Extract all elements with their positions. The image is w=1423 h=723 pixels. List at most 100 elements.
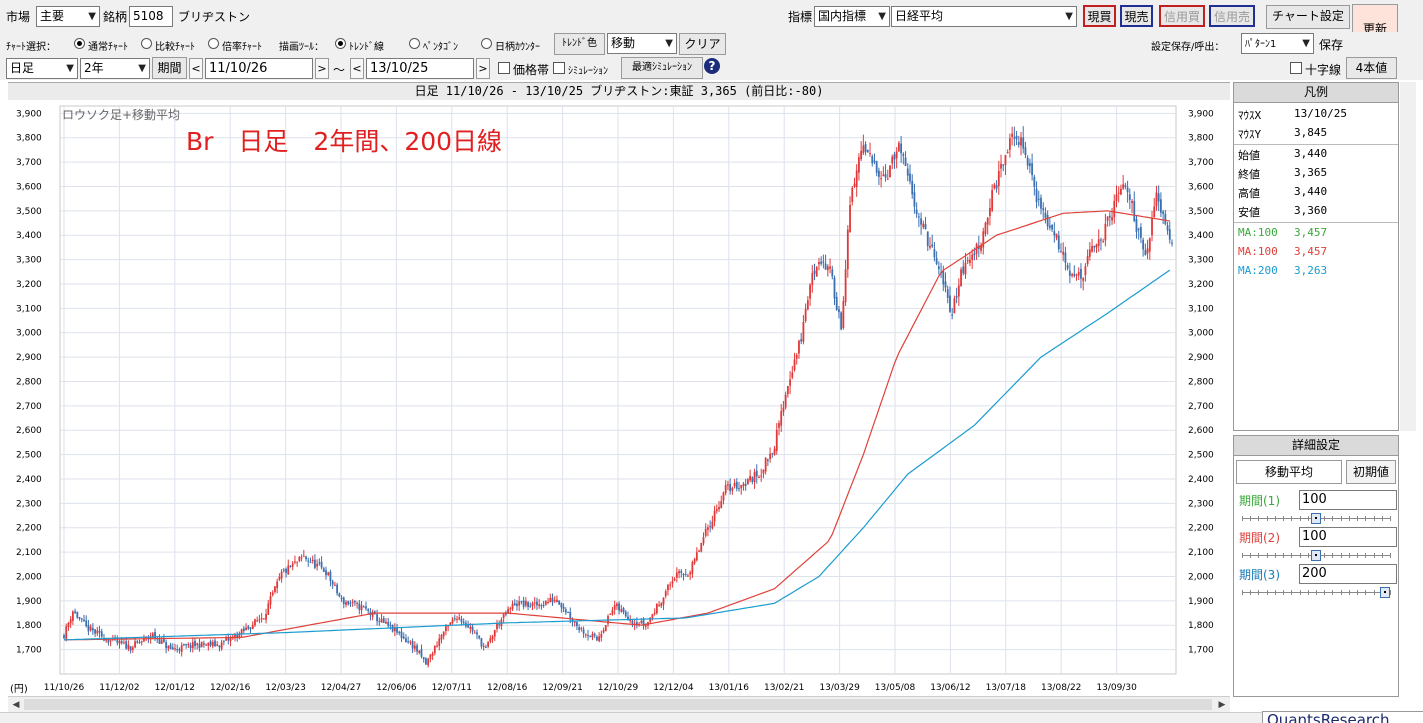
candle-body [711, 521, 714, 529]
slider-knob[interactable] [1380, 587, 1390, 598]
candlestick-chart[interactable]: 1,700 1,800 1,900 2,000 2,100 2,200 2,300 2,400… [8, 100, 1230, 696]
date-to-input[interactable]: 13/10/25 [366, 58, 474, 79]
candle-body [529, 605, 532, 607]
period2-slider[interactable] [1242, 550, 1391, 561]
candle-body [906, 168, 909, 176]
date-from-prev-button[interactable]: < [189, 58, 203, 79]
slider-tick [1258, 516, 1259, 521]
date-from-input[interactable]: 11/10/26 [205, 58, 313, 79]
candle-body [873, 160, 876, 163]
move-select[interactable]: 移動 ▼ [607, 33, 677, 54]
slider-tick [1349, 590, 1350, 595]
crosshair-label: 十字線 [1305, 63, 1342, 77]
date-from-next-button[interactable]: > [315, 58, 329, 79]
simulation-checkbox[interactable] [553, 62, 565, 74]
cash-buy-button[interactable]: 現買 [1083, 5, 1116, 27]
candle-body [937, 266, 940, 270]
x-tick-label: 12/09/21 [542, 683, 582, 693]
trend-color-button[interactable]: ﾄﾚﾝﾄﾞ色 [554, 33, 605, 55]
radio-day-counter[interactable] [481, 38, 492, 49]
slider-tick [1291, 590, 1292, 595]
indicator-category-select[interactable]: 国内指標 ▼ [814, 6, 890, 27]
candle-body [531, 603, 534, 607]
slider-knob[interactable] [1311, 550, 1321, 561]
candle-body [289, 565, 292, 567]
candle-body [96, 630, 99, 634]
candle-body [413, 645, 416, 649]
candle-body [1022, 137, 1025, 149]
x-tick-label: 12/08/16 [487, 683, 528, 693]
date-to-next-button[interactable]: > [476, 58, 490, 79]
period-button[interactable]: 期間 [152, 57, 187, 79]
cash-sell-button[interactable]: 現売 [1120, 5, 1153, 27]
radio-compare-chart[interactable] [141, 38, 152, 49]
radio-normal-chart[interactable] [74, 38, 85, 49]
initial-values-button[interactable]: 初期値 [1346, 460, 1396, 484]
detail-title: 詳細設定 [1234, 436, 1398, 456]
optimal-simulation-button[interactable]: 最適ｼﾐｭﾚｰｼｮﾝ [621, 57, 703, 79]
code-input[interactable]: 5108 [129, 6, 173, 27]
price-band-checkbox[interactable] [498, 62, 510, 74]
radio-trendline[interactable] [335, 38, 346, 49]
indicator-category-value: 国内指標 [818, 9, 867, 23]
y-tick-label: 2,700 [16, 402, 42, 412]
chart-header: 日足 11/10/26 - 13/10/25 ブリヂストン:東証 3,365 (… [8, 82, 1230, 100]
candle-body [71, 611, 74, 621]
legend-scrollbar[interactable] [1400, 82, 1416, 431]
date-to-prev-button[interactable]: < [350, 58, 364, 79]
candle-body [862, 145, 865, 154]
chart-settings-button[interactable]: チャート設定 [1266, 5, 1350, 29]
clear-button[interactable]: クリア [679, 33, 726, 55]
pattern-select[interactable]: ﾊﾟﾀｰﾝ1 ▼ [1241, 33, 1314, 54]
candle-body [216, 644, 219, 646]
candle-body [123, 642, 125, 644]
range-select[interactable]: 2年 ▼ [80, 58, 150, 79]
market-select[interactable]: 主要 ▼ [36, 6, 100, 27]
period1-input[interactable]: 100 [1299, 490, 1397, 510]
stock-name: ブリヂストン [178, 10, 251, 24]
candle-body [131, 647, 134, 650]
radio-ratio-chart[interactable] [208, 38, 219, 49]
candle-body [835, 296, 838, 310]
candle-body [702, 537, 705, 544]
candle-body [183, 644, 185, 646]
scroll-right-icon[interactable]: ▶ [1214, 697, 1230, 713]
toolbar-row-3: 日足 ▼ 2年 ▼ 期間 < 11/10/26 > ～ < 13/10/25 > 価… [0, 56, 1423, 80]
period2-input[interactable]: 100 [1299, 527, 1397, 547]
scrollbar-thumb[interactable] [24, 699, 1212, 710]
candle-body [733, 482, 736, 486]
candle-body [176, 649, 179, 651]
timeframe-select[interactable]: 日足 ▼ [6, 58, 78, 79]
tab-moving-average[interactable]: 移動平均 [1236, 460, 1342, 484]
period1-slider[interactable] [1242, 513, 1391, 524]
margin-buy-button[interactable]: 信用買 [1159, 5, 1205, 27]
radio-pentagon[interactable] [409, 38, 420, 49]
candle-body [762, 469, 765, 474]
help-icon[interactable]: ? [704, 58, 720, 74]
margin-sell-button[interactable]: 信用売 [1209, 5, 1255, 27]
candle-body [214, 640, 216, 647]
slider-tick [1258, 553, 1259, 558]
scroll-left-icon[interactable]: ◀ [8, 697, 24, 713]
period3-input[interactable]: 200 [1299, 564, 1397, 584]
candle-body [604, 625, 607, 632]
slider-knob[interactable] [1311, 513, 1321, 524]
candle-body [922, 223, 925, 228]
candle-body [698, 550, 700, 552]
legend-close-label: 終値 [1238, 168, 1260, 181]
candle-body [713, 510, 716, 522]
candle-body [1117, 192, 1120, 194]
crosshair-checkbox[interactable] [1290, 62, 1302, 74]
candle-body [536, 601, 538, 606]
y-tick-label: 1,900 [1188, 597, 1214, 607]
candle-body [194, 640, 196, 647]
save-button[interactable]: 保存 [1319, 36, 1343, 53]
period3-slider[interactable] [1242, 587, 1391, 598]
candle-body [360, 605, 363, 611]
x-tick-label: 12/02/16 [210, 683, 251, 693]
indicator-select[interactable]: 日経平均 ▼ [891, 6, 1077, 27]
four-panels-button[interactable]: 4本値 [1346, 57, 1397, 79]
horizontal-scrollbar[interactable]: ◀ ▶ [8, 696, 1230, 712]
candle-body [1035, 189, 1038, 203]
candle-body [1026, 157, 1029, 166]
